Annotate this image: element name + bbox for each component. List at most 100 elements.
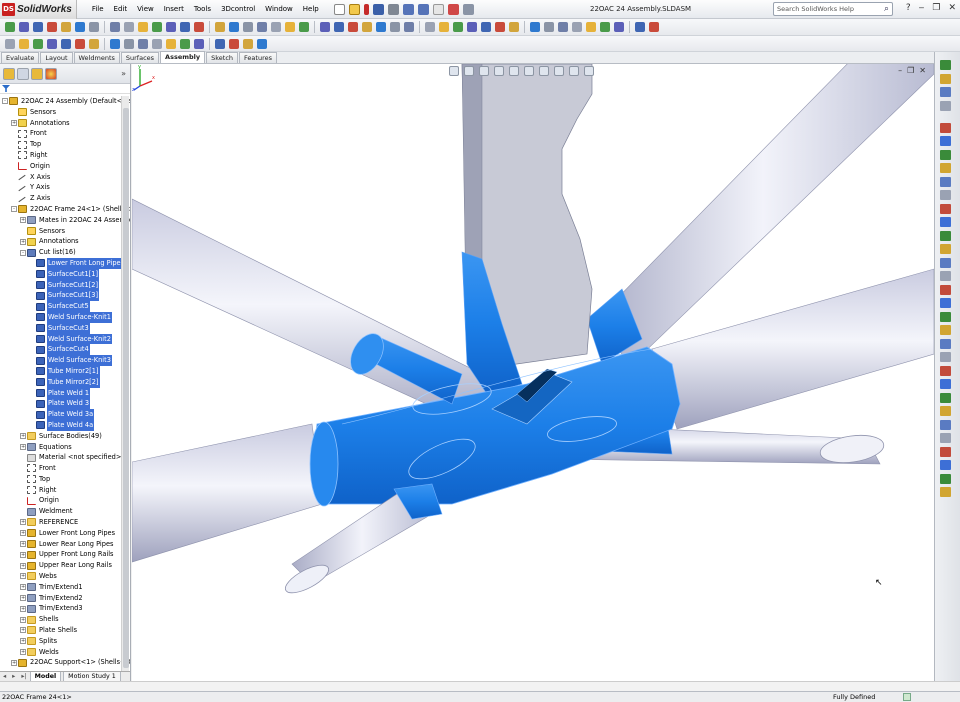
tree-item[interactable]: + Annotations [0,118,122,129]
standard-tool-icon[interactable] [124,22,134,32]
solidworks-logo[interactable]: DS SolidWorks [0,0,77,19]
graphics-area[interactable]: – ❐ ✕ y x z [132,64,934,681]
standard-tool-icon[interactable] [47,22,57,32]
tree-item[interactable]: Front [0,128,122,139]
tab-model[interactable]: Model [29,671,62,681]
tab-layout[interactable]: Layout [40,52,73,63]
tree-item[interactable]: + Mates in 22OAC 24 Assembl [0,215,130,226]
restore-icon[interactable]: ❐ [932,3,940,13]
standard-tool-icon[interactable] [495,22,505,32]
hub-end-ellipse[interactable] [309,421,339,507]
task-pane-tool-icon[interactable] [940,311,951,322]
standard-tool-icon[interactable] [348,22,358,32]
display-style-icon[interactable] [524,66,534,76]
task-pane-tool-icon[interactable] [940,257,951,268]
feature-tool-icon[interactable] [180,38,190,49]
feature-tool-icon[interactable] [5,38,15,49]
feature-tool-icon[interactable] [229,38,239,49]
task-pane-tool-icon[interactable] [940,136,951,146]
standard-tool-icon[interactable] [635,22,645,32]
standard-tool-icon[interactable] [404,22,414,32]
standard-tool-icon[interactable] [334,22,344,32]
standard-tool-icon[interactable] [194,22,204,32]
task-pane-tool-icon[interactable] [940,230,951,241]
tree-item[interactable]: Top [0,474,122,485]
collapse-icon[interactable]: - [11,206,17,213]
tree-item[interactable]: + Trim/Extend3 [0,603,122,614]
standard-tool-icon[interactable] [271,22,281,32]
tab-nav-next[interactable]: ▸ [9,673,18,680]
tree-item[interactable]: Y Axis [0,182,122,193]
task-pane-tool-icon[interactable] [940,379,951,389]
feature-tool-icon[interactable] [124,38,134,49]
tree-item[interactable]: + Surface Bodies(49) [0,431,122,442]
expand-icon[interactable]: + [20,605,26,612]
expand-icon[interactable]: + [20,551,26,558]
standard-tool-icon[interactable] [453,22,463,32]
collapse-icon[interactable]: - [2,98,8,105]
tree-item[interactable]: + Upper Rear Long Rails [0,560,122,571]
task-pane-tool-icon[interactable] [940,473,951,484]
task-pane-tool-icon[interactable] [940,446,951,457]
standard-tool-icon[interactable] [243,22,253,32]
traffic-light-icon[interactable] [363,3,369,15]
tree-item[interactable]: Plate Weld 4a [0,419,122,431]
tab-weldments[interactable]: Weldments [73,52,120,63]
feature-tool-icon[interactable] [110,38,120,49]
standard-tool-icon[interactable] [110,22,120,32]
standard-tool-icon[interactable] [649,22,659,32]
expand-icon[interactable]: + [20,562,26,569]
previous-view-icon[interactable] [479,66,489,76]
standard-tool-icon[interactable] [215,22,225,32]
tab-evaluate[interactable]: Evaluate [1,52,40,63]
undo-icon[interactable] [402,3,414,15]
standard-tool-icon[interactable] [5,22,15,32]
tree-filter[interactable] [0,84,130,94]
standard-tool-icon[interactable] [152,22,162,32]
tree-item[interactable]: + Annotations [0,236,122,247]
feature-tool-icon[interactable] [61,38,71,49]
standard-tool-icon[interactable] [257,22,267,32]
scrollbar-thumb[interactable] [123,108,129,668]
tree-item[interactable]: + Lower Rear Long Pipes [0,539,122,550]
tree-item[interactable]: + Webs [0,571,122,582]
task-pane-tool-icon[interactable] [940,487,951,497]
task-pane-tool-icon[interactable] [940,149,951,160]
tree-item[interactable]: SurfaceCut1[2] [0,279,122,291]
task-pane-tool-icon[interactable] [940,392,951,403]
expand-icon[interactable]: + [20,573,26,580]
standard-tool-icon[interactable] [180,22,190,32]
menu-file[interactable]: File [87,5,109,13]
tree-item[interactable]: + Splits [0,636,122,647]
task-pane-tool-icon[interactable] [940,284,951,295]
task-pane-tool-icon[interactable] [940,73,951,84]
feature-tool-icon[interactable] [75,38,85,49]
tree-item[interactable]: + Plate Shells [0,625,122,636]
zoom-to-fit-icon[interactable] [449,66,459,76]
standard-tool-icon[interactable] [467,22,477,32]
expand-icon[interactable]: + [20,530,26,537]
zoom-to-area-icon[interactable] [464,66,474,76]
standard-tool-icon[interactable] [481,22,491,32]
model-render[interactable] [132,64,934,681]
task-pane-tool-icon[interactable] [940,87,951,97]
tab-motion-study[interactable]: Motion Study 1 [63,671,121,681]
view-orientation-icon[interactable] [509,66,519,76]
close-icon[interactable]: ✕ [948,3,956,13]
tree-item[interactable]: Weld Surface-Knit2 [0,333,122,345]
task-pane-tool-icon[interactable] [940,298,951,308]
expand-icon[interactable]: + [20,443,26,450]
rebuild-status-icon[interactable] [903,693,911,701]
tab-nav-last[interactable]: ▸| [18,673,29,680]
tree-item[interactable]: Origin [0,495,122,506]
feature-tool-icon[interactable] [47,38,57,49]
menu-tools[interactable]: Tools [189,5,216,13]
tree-item[interactable]: Top [0,139,122,150]
expand-panel-icon[interactable]: » [121,69,126,78]
rebuild-icon[interactable] [447,3,459,15]
standard-tool-icon[interactable] [530,22,540,32]
feature-tool-icon[interactable] [215,38,225,49]
feature-tool-icon[interactable] [166,38,176,49]
expand-icon[interactable]: + [11,659,17,666]
tree-item[interactable]: Material <not specified> [0,452,122,463]
